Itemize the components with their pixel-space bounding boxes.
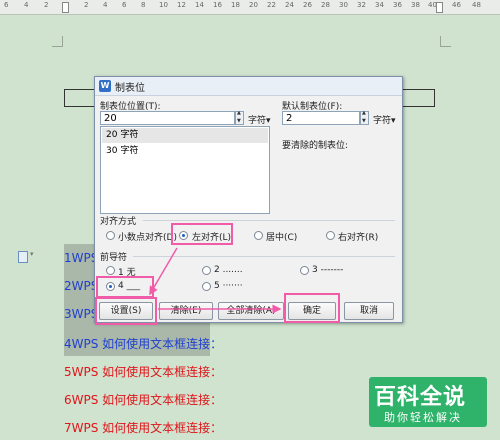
annotation-arrows (149, 247, 282, 314)
watermark-title: 百科全说 (374, 385, 467, 410)
watermark-subtitle: 助你轻松解决 (384, 411, 462, 424)
annotation-arrow (149, 247, 178, 296)
